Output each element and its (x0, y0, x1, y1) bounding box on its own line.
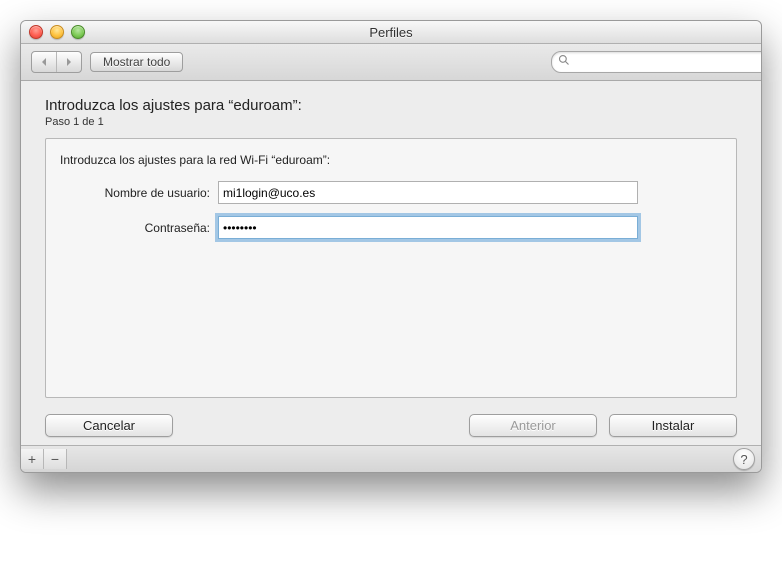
nav-segmented (31, 51, 82, 73)
add-button[interactable]: + (21, 449, 44, 469)
username-input[interactable] (218, 181, 638, 204)
page-heading: Introduzca los ajustes para “eduroam”: (45, 97, 737, 114)
back-button[interactable] (32, 52, 56, 72)
search-input[interactable] (551, 51, 762, 73)
remove-button[interactable]: − (44, 449, 67, 469)
profiles-window: Perfiles Mostrar todo Introduzca los aju… (20, 20, 762, 473)
username-label: Nombre de usuario: (60, 186, 218, 200)
close-icon[interactable] (29, 25, 43, 39)
install-button[interactable]: Instalar (609, 414, 737, 437)
content-area: Introduzca los ajustes para “eduroam”: P… (21, 81, 761, 445)
username-row: Nombre de usuario: (60, 181, 722, 204)
chevron-left-icon (40, 58, 48, 66)
zoom-icon[interactable] (71, 25, 85, 39)
toolbar: Mostrar todo (21, 44, 761, 81)
minimize-icon[interactable] (50, 25, 64, 39)
settings-panel: Introduzca los ajustes para la red Wi-Fi… (45, 138, 737, 398)
traffic-lights (21, 25, 85, 39)
panel-instruction: Introduzca los ajustes para la red Wi-Fi… (60, 153, 722, 167)
button-row: Cancelar Anterior Instalar (45, 414, 737, 437)
password-input[interactable] (218, 216, 638, 239)
chevron-right-icon (65, 58, 73, 66)
cancel-button[interactable]: Cancelar (45, 414, 173, 437)
forward-button[interactable] (56, 52, 81, 72)
previous-button[interactable]: Anterior (469, 414, 597, 437)
password-row: Contraseña: (60, 216, 722, 239)
titlebar: Perfiles (21, 21, 761, 44)
show-all-button[interactable]: Mostrar todo (90, 52, 183, 72)
search-field (551, 51, 751, 73)
search-icon (558, 54, 570, 66)
password-label: Contraseña: (60, 221, 218, 235)
step-indicator: Paso 1 de 1 (45, 116, 737, 128)
help-button[interactable]: ? (733, 448, 755, 470)
window-title: Perfiles (21, 25, 761, 40)
footer: + − ? (21, 445, 761, 472)
